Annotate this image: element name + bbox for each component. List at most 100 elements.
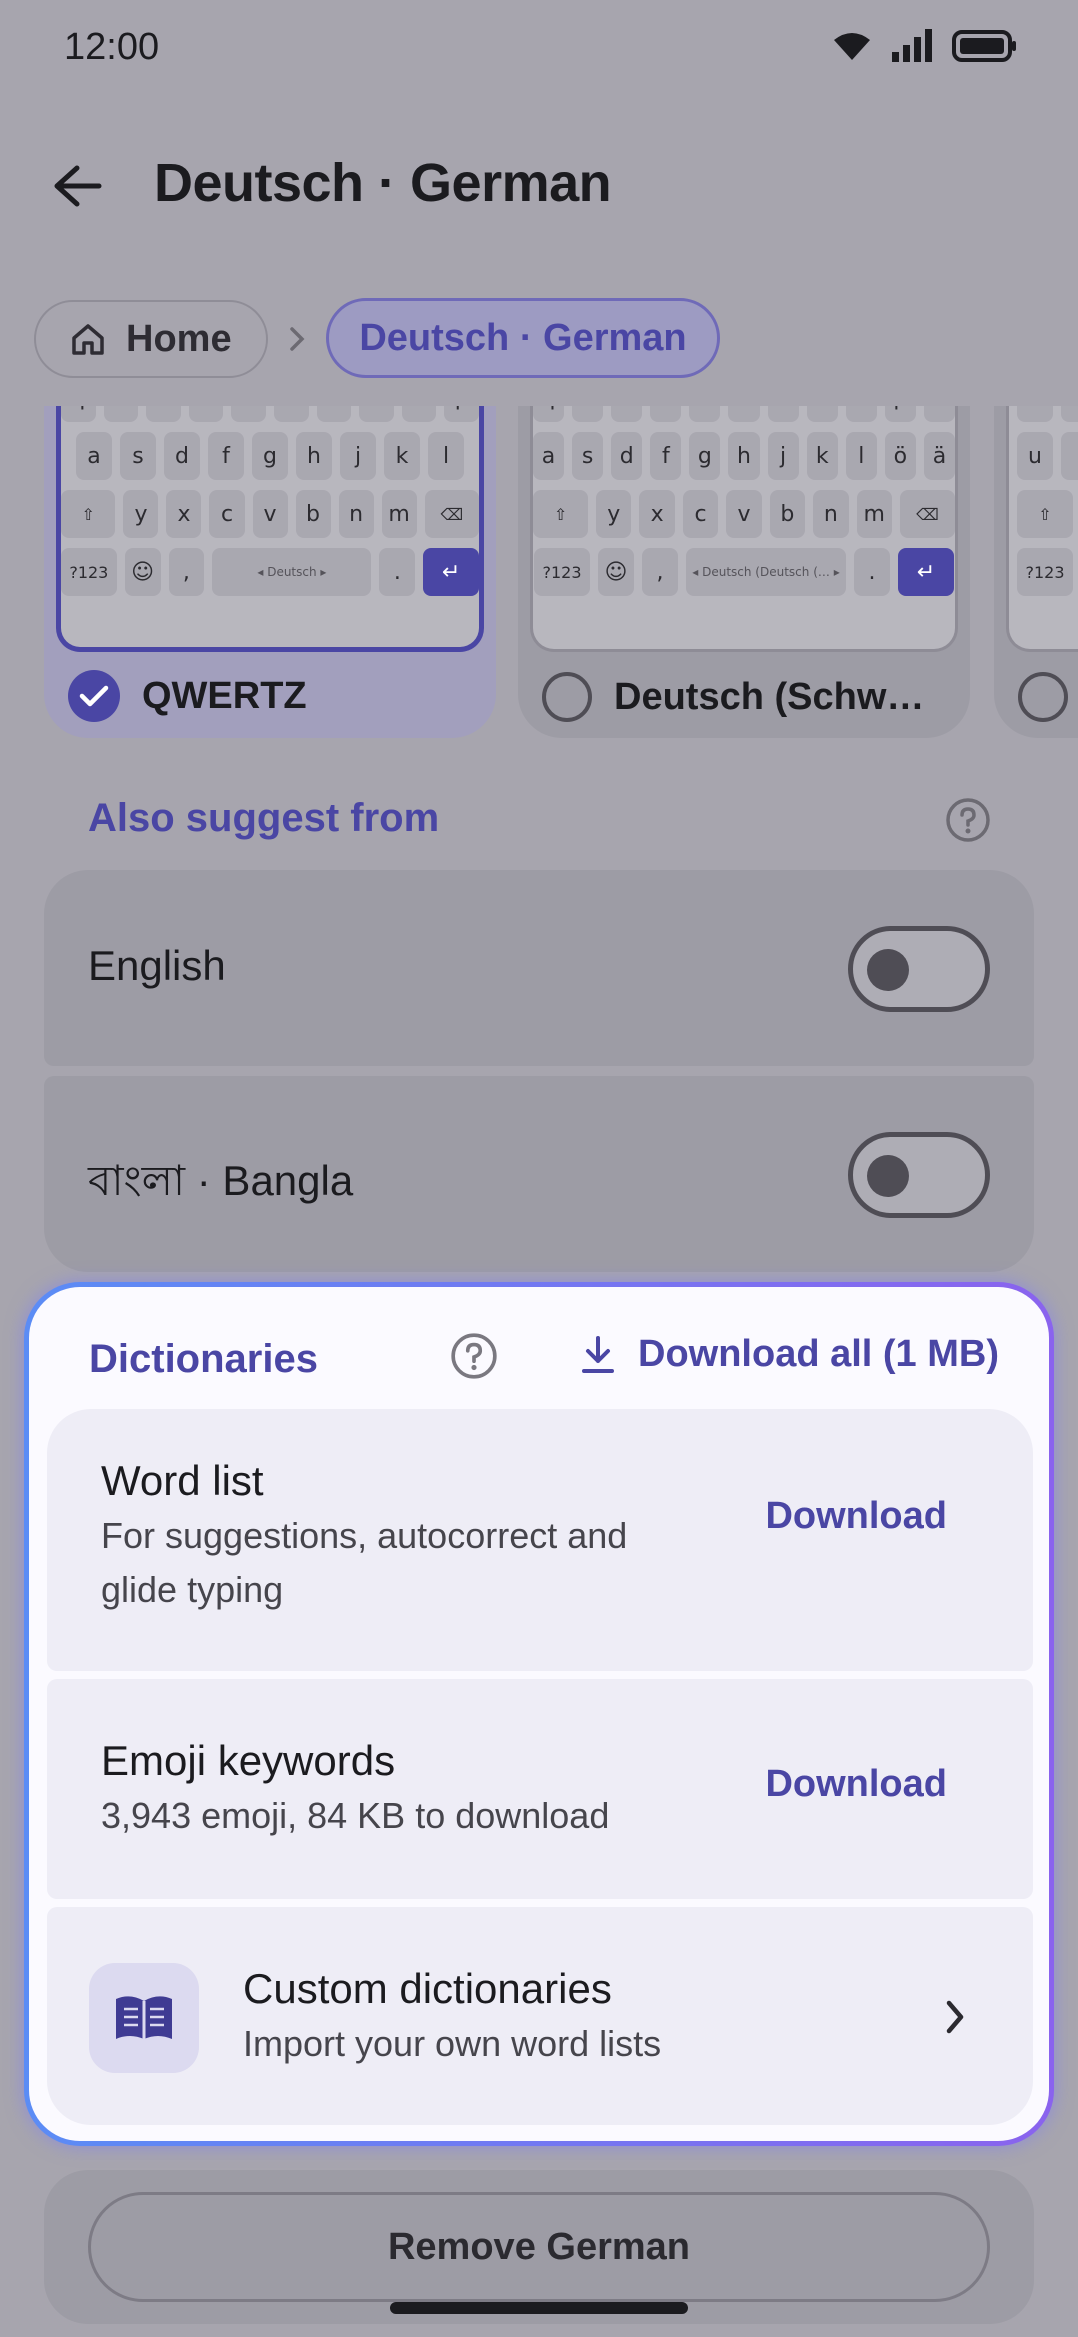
layout-radio[interactable] bbox=[1018, 672, 1068, 722]
key: k bbox=[806, 432, 838, 480]
key: y bbox=[596, 490, 632, 538]
battery-icon bbox=[952, 30, 1016, 62]
suggest-label: বাংলা · Bangla bbox=[88, 1157, 354, 1204]
key: ↵ bbox=[423, 548, 479, 596]
help-icon[interactable] bbox=[944, 796, 992, 844]
key: z bbox=[274, 404, 309, 422]
layout-name: Deutsch (Schw… bbox=[614, 675, 925, 718]
dictionaries-section: Dictionaries Download all (1 MB) Word li… bbox=[24, 1282, 1054, 2146]
book-icon bbox=[116, 1996, 172, 2039]
key: ?123 bbox=[61, 548, 117, 596]
key: d bbox=[611, 432, 643, 480]
key: s bbox=[120, 432, 156, 480]
key: m bbox=[856, 490, 892, 538]
key: ⇧ bbox=[60, 490, 116, 538]
key: m bbox=[381, 490, 417, 538]
key: d bbox=[164, 432, 200, 480]
key: h bbox=[728, 432, 760, 480]
key: b bbox=[295, 490, 331, 538]
key: ü bbox=[923, 404, 956, 422]
dictionary-item-emoji[interactable]: Emoji keywords 3,943 emoji, 84 KB to dow… bbox=[47, 1679, 1033, 1899]
key: ⌫ bbox=[424, 490, 480, 538]
key: i bbox=[1061, 432, 1078, 480]
key: u bbox=[767, 404, 799, 422]
layout-carousel: qwertzuiop asdfghjkl ⇧yxcvbnm⌫ ?123☺,◂ D… bbox=[0, 404, 1078, 738]
key: s bbox=[572, 432, 604, 480]
back-button[interactable] bbox=[48, 156, 108, 216]
key: a bbox=[76, 432, 112, 480]
breadcrumb: Home Deutsch · German bbox=[0, 296, 1078, 406]
key: r bbox=[650, 404, 682, 422]
gesture-home-bar[interactable] bbox=[390, 2302, 688, 2314]
help-icon[interactable] bbox=[449, 1331, 499, 1381]
download-icon bbox=[582, 1335, 614, 1373]
key: ⇧ bbox=[533, 490, 589, 538]
key: y bbox=[123, 490, 159, 538]
key: z bbox=[728, 404, 760, 422]
key: , bbox=[168, 548, 205, 596]
key: ☺ bbox=[124, 548, 161, 596]
key: v bbox=[726, 490, 762, 538]
key: t bbox=[689, 404, 721, 422]
custom-dict-title: Custom dictionaries bbox=[243, 1965, 612, 2012]
key: l bbox=[428, 432, 464, 480]
key: f bbox=[208, 432, 244, 480]
status-time: 12:00 bbox=[64, 26, 160, 68]
key: ä bbox=[923, 432, 956, 480]
check-icon[interactable] bbox=[68, 670, 120, 722]
key: . bbox=[379, 548, 416, 596]
key: p bbox=[444, 404, 479, 422]
section-heading-suggest: Also suggest from bbox=[88, 796, 440, 840]
download-all-button[interactable]: Download all (1 MB) bbox=[580, 1333, 999, 1376]
key: ⌫ bbox=[899, 490, 955, 538]
layout-name: QWERTZ bbox=[142, 674, 307, 717]
page-title: Deutsch · German bbox=[154, 153, 612, 213]
suggest-label: English bbox=[88, 942, 226, 989]
custom-dict-subtitle: Import your own word lists bbox=[243, 2023, 662, 2064]
breadcrumb-current-chip[interactable]: Deutsch · German bbox=[326, 298, 720, 378]
key: n bbox=[338, 490, 374, 538]
status-bar: 12:00 bbox=[0, 0, 1078, 96]
layout-card-third[interactable]: xv ui ⇧ ?123 bbox=[994, 404, 1078, 738]
word-list-subtitle: For suggestions, autocorrect and glide t… bbox=[101, 1515, 628, 1610]
layout-card-qwertz[interactable]: qwertzuiop asdfghjkl ⇧yxcvbnm⌫ ?123☺,◂ D… bbox=[44, 404, 496, 738]
key: ö bbox=[884, 432, 916, 480]
key: g bbox=[252, 432, 288, 480]
dictionary-item-custom[interactable]: Custom dictionaries Import your own word… bbox=[47, 1907, 1033, 2125]
key: o bbox=[401, 404, 437, 422]
key: ↵ bbox=[898, 548, 954, 596]
key-space: ◂ Deutsch ▸ bbox=[212, 548, 372, 596]
word-list-download-button[interactable]: Download bbox=[765, 1495, 947, 1538]
breadcrumb-home-label: Home bbox=[126, 317, 232, 360]
suggest-item-english[interactable]: English bbox=[44, 870, 1034, 1066]
toggle-switch[interactable] bbox=[848, 1132, 990, 1218]
key: p bbox=[884, 404, 916, 422]
top-app-bar: Deutsch · German bbox=[0, 96, 1078, 296]
toggle-switch[interactable] bbox=[848, 926, 990, 1012]
key: w bbox=[103, 404, 139, 422]
key: l bbox=[845, 432, 877, 480]
dictionary-item-word-list[interactable]: Word list For suggestions, autocorrect a… bbox=[47, 1409, 1033, 1671]
key: e bbox=[611, 404, 643, 422]
emoji-title: Emoji keywords bbox=[101, 1737, 396, 1784]
key: j bbox=[767, 432, 799, 480]
keyboard-preview: xv ui ⇧ ?123 bbox=[1006, 404, 1078, 652]
key: x bbox=[1017, 404, 1053, 422]
key: f bbox=[650, 432, 682, 480]
key: o bbox=[845, 404, 877, 422]
suggest-item-bangla[interactable]: বাংলা · Bangla bbox=[44, 1076, 1034, 1272]
remove-language-button[interactable]: Remove German bbox=[88, 2192, 990, 2302]
key: i bbox=[806, 404, 838, 422]
breadcrumb-home-chip[interactable]: Home bbox=[34, 300, 268, 378]
key: ⇧ bbox=[1017, 490, 1073, 538]
emoji-download-button[interactable]: Download bbox=[765, 1763, 947, 1806]
back-arrow-icon bbox=[54, 165, 102, 207]
keyboard-preview: qwertzuiopü asdfghjklöä ⇧yxcvbnm⌫ ?123☺,… bbox=[530, 404, 958, 652]
key: , bbox=[642, 548, 678, 596]
key: v bbox=[1061, 404, 1078, 422]
chevron-right-icon bbox=[946, 2000, 964, 2034]
key: q bbox=[532, 404, 565, 422]
remove-language-card: Remove German bbox=[44, 2170, 1034, 2324]
layout-radio[interactable] bbox=[542, 672, 592, 722]
layout-card-swiss[interactable]: qwertzuiopü asdfghjklöä ⇧yxcvbnm⌫ ?123☺,… bbox=[518, 404, 970, 738]
